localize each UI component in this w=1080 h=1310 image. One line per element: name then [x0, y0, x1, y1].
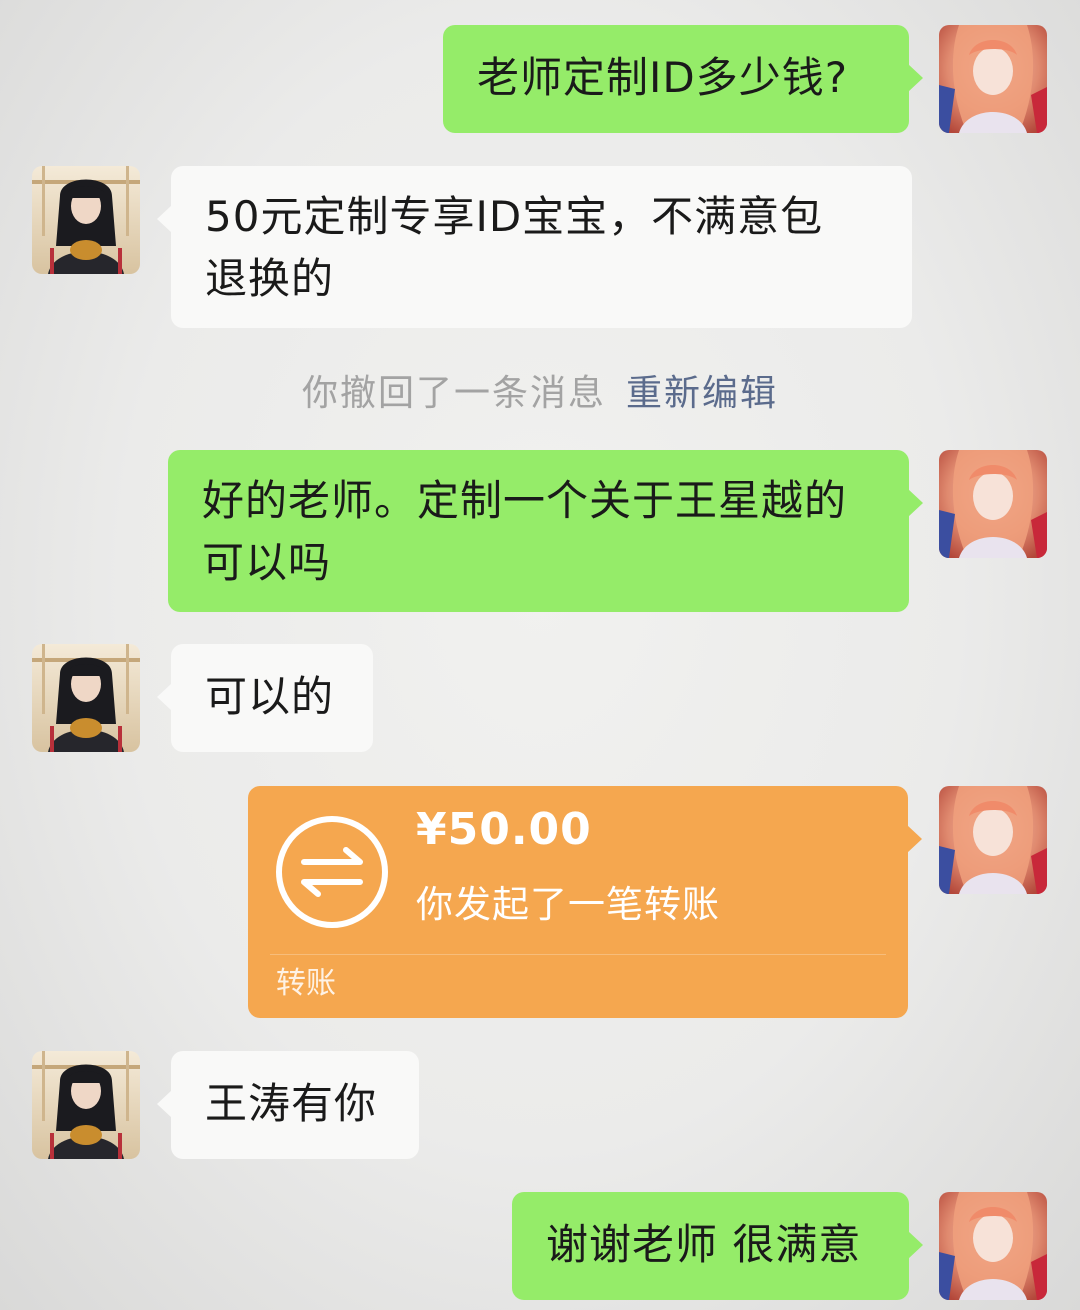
avatar-contact-image [32, 166, 140, 274]
avatar-contact-image [32, 1051, 140, 1159]
avatar[interactable] [939, 1192, 1047, 1300]
message-text-line: 50元定制专享ID宝宝，不满意包 [205, 192, 824, 241]
avatar[interactable] [939, 786, 1047, 894]
avatar-self-image [939, 450, 1047, 558]
message-text: 老师定制ID多少钱? [477, 53, 849, 102]
message-text: 王涛有你 [205, 1079, 378, 1128]
message-bubble-received[interactable]: 王涛有你 [157, 1051, 419, 1159]
transfer-label: 转账 [276, 966, 336, 1001]
avatar[interactable] [939, 450, 1047, 558]
avatar[interactable] [939, 25, 1047, 133]
avatar[interactable] [32, 644, 140, 752]
message-bubble-sent[interactable]: 好的老师。定制一个关于王星越的 可以吗 [168, 450, 923, 612]
transfer-description: 你发起了一笔转账 [416, 883, 720, 926]
transfer-divider [270, 954, 886, 955]
avatar-self-image [939, 1192, 1047, 1300]
avatar-contact-image [32, 644, 140, 752]
re-edit-link[interactable]: 重新编辑 [626, 373, 778, 414]
message-bubble-received[interactable]: 50元定制专享ID宝宝，不满意包 退换的 [157, 166, 912, 328]
transfer-card[interactable]: ¥50.00 你发起了一笔转账 转账 [248, 786, 922, 1018]
recall-notice: 你撤回了一条消息 重新编辑 [0, 364, 1080, 416]
message-text-line: 可以吗 [202, 538, 332, 587]
message-text-line: 好的老师。定制一个关于王星越的 [202, 476, 848, 525]
message-text-line: 退换的 [205, 254, 335, 303]
avatar-self-image [939, 786, 1047, 894]
avatar[interactable] [32, 166, 140, 274]
message-text: 可以的 [205, 672, 335, 721]
message-bubble-sent[interactable]: 老师定制ID多少钱? [443, 25, 923, 133]
avatar-self-image [939, 25, 1047, 133]
message-bubble-sent[interactable]: 谢谢老师 很满意 [512, 1192, 923, 1300]
message-bubble-received[interactable]: 可以的 [157, 644, 373, 752]
message-text: 谢谢老师 很满意 [546, 1220, 862, 1269]
transfer-amount: ¥50.00 [416, 804, 592, 855]
transfer-arrows-icon [276, 816, 388, 928]
avatar[interactable] [32, 1051, 140, 1159]
recall-text: 你撤回了一条消息 [301, 373, 606, 414]
